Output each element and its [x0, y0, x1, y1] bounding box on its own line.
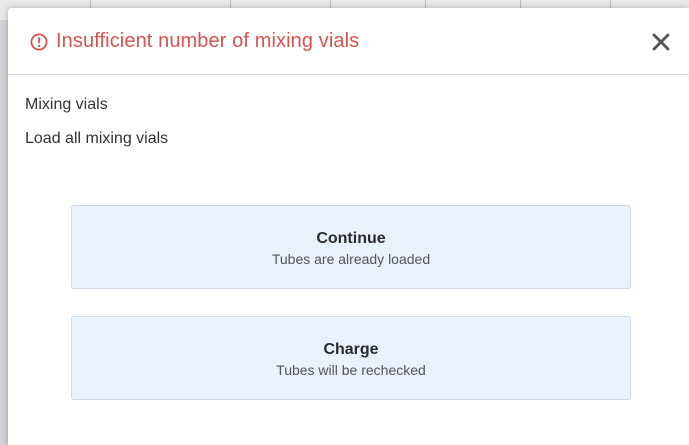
charge-button[interactable]: Charge Tubes will be rechecked — [71, 316, 631, 400]
dialog-title-group: Insufficient number of mixing vials — [30, 30, 359, 53]
dialog-message: Load all mixing vials — [25, 130, 169, 147]
dialog-header: Insufficient number of mixing vials — [8, 8, 689, 75]
continue-button-description: Tubes are already loaded — [271, 251, 431, 267]
dialog-title: Insufficient number of mixing vials — [56, 30, 360, 52]
alert-circle-icon — [30, 33, 48, 51]
charge-button-label: Charge — [323, 341, 379, 358]
dialog-subject: Mixing vials — [25, 96, 108, 113]
alert-dialog: Insufficient number of mixing vials Mixi… — [8, 8, 689, 445]
dialog-body: Mixing vials Load all mixing vials Conti… — [8, 75, 689, 445]
charge-button-description: Tubes will be rechecked — [276, 362, 426, 378]
continue-button-label: Continue — [316, 230, 386, 247]
continue-button[interactable]: Continue Tubes are already loaded — [71, 205, 631, 289]
close-button[interactable] — [649, 30, 673, 54]
close-icon — [652, 33, 670, 51]
